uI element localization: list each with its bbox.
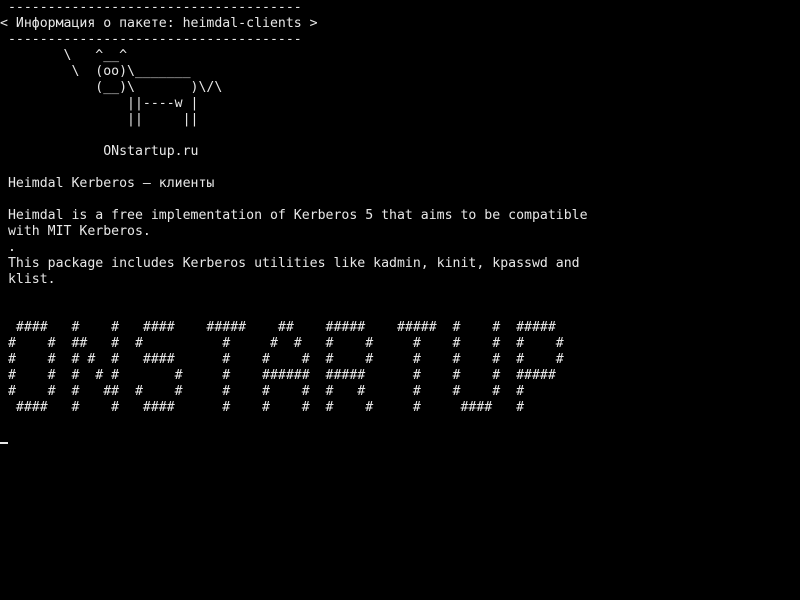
banner-art-line: # # # ## # # # # # # # # # # #: [0, 384, 525, 399]
banner-art-line: # # # # # # # ###### ##### # # # #####: [0, 368, 556, 383]
package-info-bottom-border: -------------------------------------: [0, 32, 302, 47]
terminal-screen[interactable]: ------------------------------------- < …: [0, 0, 800, 600]
text-cursor: [0, 442, 8, 444]
cowsay-art-line: \ (oo)\_______: [0, 64, 191, 79]
cowsay-art-line: (__)\ )\/\: [0, 80, 223, 95]
banner-art-line: # # # # # #### # # # # # # # # # #: [0, 352, 564, 367]
package-summary: Heimdal Kerberos — клиенты: [0, 176, 215, 191]
banner-art-line: #### # # #### # # # # # # #### #: [0, 400, 525, 415]
banner-art-line: # # ## # # # # # # # # # # # #: [0, 336, 564, 351]
package-info-title: < Информация о пакете: heimdal-clients >: [0, 16, 318, 31]
package-description-line: with MIT Kerberos.: [0, 224, 151, 239]
cowsay-art-line: || ||: [0, 112, 199, 127]
package-description-line: This package includes Kerberos utilities…: [0, 256, 580, 271]
cowsay-art-line: ||----w |: [0, 96, 199, 111]
package-description-line: klist.: [0, 272, 56, 287]
site-credit: ONstartup.ru: [0, 144, 199, 159]
package-description-line: Heimdal is a free implementation of Kerb…: [0, 208, 588, 223]
banner-art-line: #### # # #### ##### ## ##### ##### # # #…: [0, 320, 556, 335]
package-description-line: .: [0, 240, 16, 255]
package-info-top-border: -------------------------------------: [0, 0, 302, 15]
cowsay-art-line: \ ^__^: [0, 48, 128, 63]
